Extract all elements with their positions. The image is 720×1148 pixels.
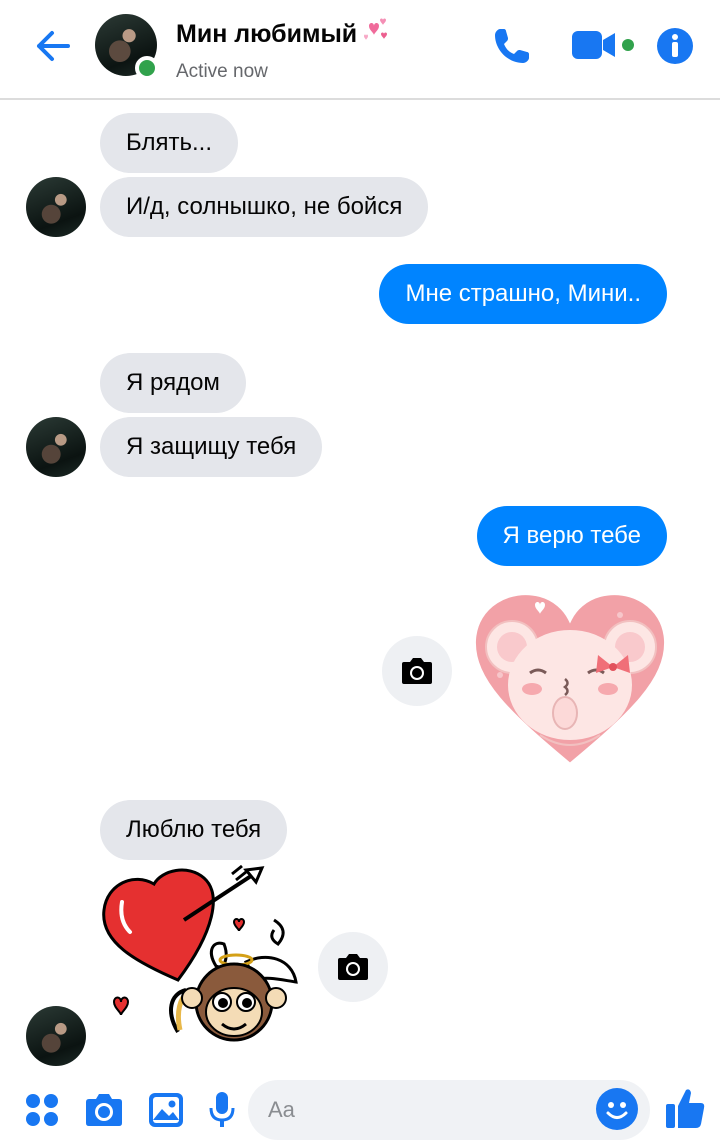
phone-icon[interactable] bbox=[490, 24, 534, 73]
hearts-emoji-icon bbox=[361, 16, 393, 53]
emoji-icon[interactable] bbox=[596, 1088, 638, 1130]
camera-icon bbox=[338, 954, 368, 980]
thumbs-up-icon[interactable] bbox=[664, 1086, 706, 1135]
message-composer bbox=[0, 1072, 720, 1148]
message-bubble-outgoing[interactable]: Я верю тебе bbox=[476, 506, 667, 566]
message-bubble-incoming[interactable]: И/д, солнышко, не бойся bbox=[100, 177, 429, 237]
active-status: Active now bbox=[176, 61, 268, 82]
online-indicator bbox=[135, 56, 159, 80]
video-camera-icon[interactable] bbox=[570, 27, 640, 68]
message-bubble-incoming[interactable]: Блять... bbox=[100, 113, 238, 173]
info-icon[interactable] bbox=[656, 27, 694, 70]
message-input[interactable] bbox=[248, 1080, 650, 1140]
message-bubble-outgoing[interactable]: Мне страшно, Мини.. bbox=[379, 264, 667, 324]
cupid-monkey-heart-sticker[interactable] bbox=[96, 862, 311, 1062]
sender-avatar[interactable] bbox=[26, 417, 86, 477]
koala-heart-sticker[interactable] bbox=[470, 585, 670, 775]
sender-avatar[interactable] bbox=[26, 177, 86, 237]
microphone-icon[interactable] bbox=[208, 1090, 236, 1135]
back-arrow-icon[interactable] bbox=[30, 24, 74, 68]
message-bubble-incoming[interactable]: Люблю тебя bbox=[100, 800, 288, 860]
gallery-icon[interactable] bbox=[148, 1092, 184, 1133]
message-bubble-incoming[interactable]: Я рядом bbox=[100, 353, 246, 413]
camera-icon[interactable] bbox=[84, 1092, 124, 1133]
apps-grid-icon[interactable] bbox=[24, 1092, 60, 1133]
contact-name: Мин любимый bbox=[176, 20, 358, 48]
camera-icon bbox=[402, 658, 432, 684]
message-bubble-incoming[interactable]: Я защищу тебя bbox=[100, 417, 323, 477]
contact-title[interactable]: Мин любимый Active now bbox=[176, 16, 393, 83]
camera-share-button[interactable] bbox=[318, 932, 388, 1002]
sender-avatar[interactable] bbox=[26, 1006, 86, 1066]
conversation-header: Мин любимый Active now bbox=[0, 0, 720, 100]
camera-share-button[interactable] bbox=[382, 636, 452, 706]
